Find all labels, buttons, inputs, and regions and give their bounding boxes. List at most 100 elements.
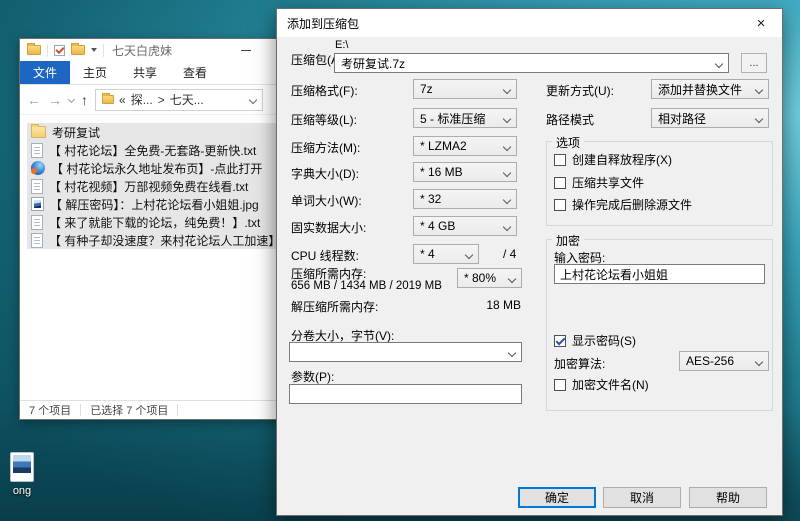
cpu-threads-combobox[interactable]: * 4 <box>413 244 479 264</box>
quick-access-properties-icon[interactable] <box>54 45 65 56</box>
checkbox-icon <box>554 154 566 166</box>
encryption-method-label: 加密算法: <box>554 355 605 372</box>
chevron-down-icon <box>755 358 763 366</box>
breadcrumb-current[interactable]: 七天... <box>170 91 204 108</box>
encryption-method-value: AES-256 <box>686 354 734 368</box>
memory-percent-value: * 80% <box>464 271 496 285</box>
password-input[interactable] <box>554 264 765 284</box>
folder-icon <box>31 126 46 138</box>
separator <box>47 44 48 57</box>
decompress-memory-label: 解压缩所需内存: <box>291 298 378 315</box>
quick-access-new-folder-icon[interactable] <box>71 45 85 55</box>
update-mode-combobox[interactable]: 添加并替换文件 <box>651 79 769 99</box>
options-group-label: 选项 <box>552 134 584 151</box>
tab-share[interactable]: 共享 <box>120 61 170 84</box>
dictionary-combobox[interactable]: * 16 MB <box>413 162 517 182</box>
forward-icon[interactable]: → <box>48 93 62 107</box>
tab-file[interactable]: 文件 <box>20 61 70 84</box>
desktop-icon-label: ong <box>0 485 50 497</box>
archive-dir-label: E:\ <box>335 39 348 51</box>
file-name: 【 村花论坛永久地址发布页】-点此打开 <box>51 160 262 177</box>
path-mode-value: 相对路径 <box>658 110 706 127</box>
breadcrumb-separator: > <box>158 93 165 107</box>
cancel-button[interactable]: 取消 <box>603 487 681 508</box>
ok-button[interactable]: 确定 <box>518 487 596 508</box>
checkbox-compress-shared[interactable]: 压缩共享文件 <box>554 174 644 191</box>
parameters-label: 参数(P): <box>291 368 334 385</box>
chevron-down-icon <box>503 223 511 231</box>
address-chevron-down-icon[interactable] <box>249 95 257 103</box>
chevron-down-icon <box>755 115 763 123</box>
word-size-label: 单词大小(W): <box>291 192 362 209</box>
dialog-titlebar: 添加到压缩包 × <box>277 9 782 37</box>
up-icon[interactable]: ↑ <box>81 93 88 107</box>
dictionary-label: 字典大小(D): <box>291 165 359 182</box>
path-mode-label: 路径模式 <box>546 111 594 128</box>
word-size-combobox[interactable]: * 32 <box>413 189 517 209</box>
solid-block-combobox[interactable]: * 4 GB <box>413 216 517 236</box>
memory-usage-detail: 656 MB / 1434 MB / 2019 MB <box>291 280 442 292</box>
checkbox-show-password[interactable]: 显示密码(S) <box>554 332 636 349</box>
text-file-icon <box>31 143 43 158</box>
browse-button[interactable]: ... <box>741 53 767 73</box>
format-label: 压缩格式(F): <box>291 82 358 99</box>
checkbox-label: 创建自释放程序(X) <box>572 151 672 168</box>
update-mode-label: 更新方式(U): <box>546 82 614 99</box>
checkbox-icon <box>554 379 566 391</box>
level-value: 5 - 标准压缩 <box>420 110 485 127</box>
text-file-icon <box>31 233 43 248</box>
breadcrumb-parent[interactable]: 探... <box>131 91 153 108</box>
minimize-button[interactable] <box>226 39 266 61</box>
cpu-threads-total: / 4 <box>503 247 516 261</box>
format-combobox[interactable]: 7z <box>413 79 517 99</box>
path-mode-combobox[interactable]: 相对路径 <box>651 108 769 128</box>
close-icon[interactable]: × <box>740 9 782 37</box>
method-combobox[interactable]: * LZMA2 <box>413 136 517 156</box>
chevron-down-icon <box>715 60 723 68</box>
cpu-threads-label: CPU 线程数: <box>291 247 359 264</box>
checkbox-label: 加密文件名(N) <box>572 376 649 393</box>
separator <box>103 44 104 57</box>
memory-percent-combobox[interactable]: * 80% <box>457 268 522 288</box>
dialog-title: 添加到压缩包 <box>287 15 359 32</box>
tab-view[interactable]: 查看 <box>170 61 220 84</box>
items-count: 7 个项目 <box>29 402 71 418</box>
selected-count: 已选择 7 个项目 <box>90 402 168 418</box>
minimize-icon <box>241 50 251 51</box>
solid-block-value: * 4 GB <box>420 219 455 233</box>
file-name: 【 村花视频】万部视频免费在线看.txt <box>49 178 248 195</box>
browser-icon <box>31 161 45 175</box>
chevron-down-icon <box>508 275 516 283</box>
dialog-body: 压缩包(A) E:\ 考研复试.7z ... 压缩格式(F): 7z 压缩等级(… <box>277 37 782 515</box>
update-mode-value: 添加并替换文件 <box>658 81 742 98</box>
level-combobox[interactable]: 5 - 标准压缩 <box>413 108 517 128</box>
archive-name-value: 考研复试.7z <box>341 55 405 72</box>
window-folder-icon <box>27 45 41 55</box>
chevron-down-icon <box>755 86 763 94</box>
dictionary-value: * 16 MB <box>420 165 463 179</box>
checkbox-create-sfx[interactable]: 创建自释放程序(X) <box>554 151 672 168</box>
breadcrumb-prefix: « <box>119 93 126 107</box>
checkbox-label: 显示密码(S) <box>572 332 636 349</box>
encryption-group-label: 加密 <box>552 232 584 249</box>
checkbox-delete-after[interactable]: 操作完成后删除源文件 <box>554 196 692 213</box>
decompress-memory-value: 18 MB <box>417 298 521 312</box>
chevron-down-icon <box>508 349 516 357</box>
help-button[interactable]: 帮助 <box>689 487 767 508</box>
back-icon[interactable]: ← <box>27 93 41 107</box>
chevron-down-icon <box>503 115 511 123</box>
word-size-value: * 32 <box>420 192 441 206</box>
desktop-icon[interactable]: ong <box>0 452 50 497</box>
tab-home[interactable]: 主页 <box>70 61 120 84</box>
address-bar[interactable]: « 探... > 七天... <box>95 89 263 111</box>
checkbox-checked-icon <box>554 335 566 347</box>
text-file-icon <box>31 215 43 230</box>
archive-name-combobox[interactable]: 考研复试.7z <box>334 53 729 73</box>
image-file-icon <box>10 452 34 482</box>
recent-locations-chevron-icon[interactable] <box>68 96 75 103</box>
checkbox-encrypt-filenames[interactable]: 加密文件名(N) <box>554 376 649 393</box>
parameters-input[interactable] <box>289 384 522 404</box>
quick-access-chevron-down-icon[interactable] <box>91 48 97 52</box>
volume-size-combobox[interactable] <box>289 342 522 362</box>
encryption-method-combobox[interactable]: AES-256 <box>679 351 769 371</box>
